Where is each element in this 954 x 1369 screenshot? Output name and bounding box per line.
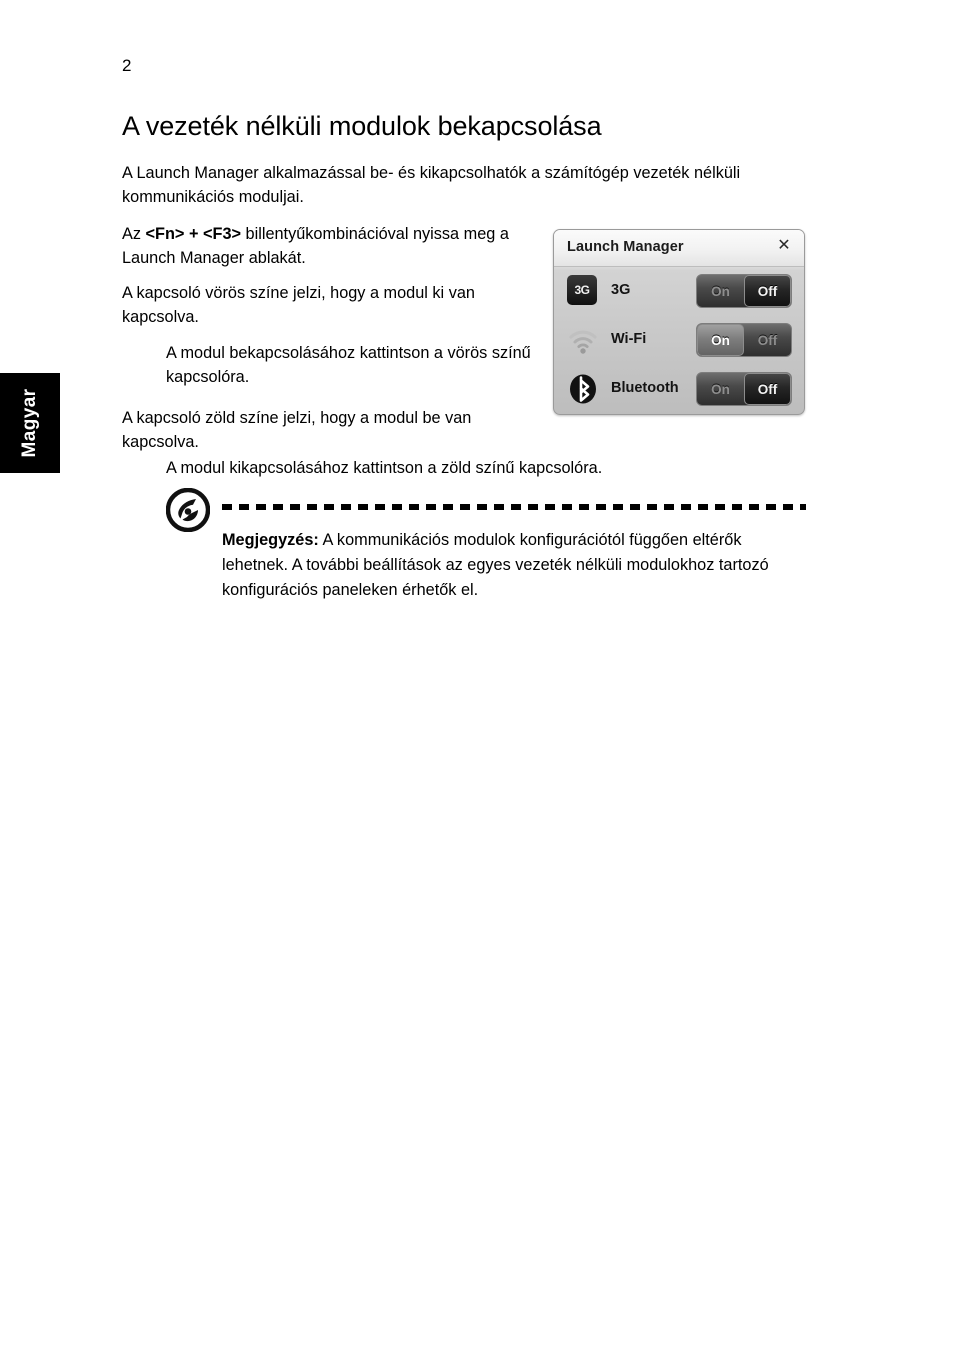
toggle-3g-off[interactable]: Off bbox=[744, 275, 791, 307]
module-label-wifi: Wi-Fi bbox=[611, 331, 647, 347]
launch-manager-titlebar: Launch Manager ✕ bbox=[554, 230, 804, 267]
cellular-3g-icon: 3G bbox=[567, 275, 599, 307]
shortcut-keys: <Fn> + <F3> bbox=[145, 225, 242, 243]
note-text: Megjegyzés: A kommunikációs modulok konf… bbox=[222, 528, 782, 603]
paragraph-red-switch: A kapcsoló vörös színe jelzi, hogy a mod… bbox=[122, 284, 475, 326]
wifi-icon bbox=[567, 324, 599, 356]
launch-manager-rows: 3G 3G On Off Wi-Fi On Off Bluetooth On O… bbox=[554, 268, 804, 414]
paragraph-turn-off-instruction: A modul kikapcsolásához kattintson a zöl… bbox=[166, 459, 603, 477]
module-label-3g: 3G bbox=[611, 282, 631, 298]
language-tab: Magyar bbox=[0, 373, 60, 473]
language-tab-label: Magyar bbox=[19, 388, 40, 458]
cellular-3g-icon-glyph: 3G bbox=[567, 275, 597, 305]
acer-logo-icon bbox=[165, 487, 211, 533]
toggle-3g[interactable]: On Off bbox=[696, 274, 792, 308]
note-divider bbox=[222, 504, 806, 510]
bluetooth-icon bbox=[567, 373, 599, 405]
toggle-3g-on[interactable]: On bbox=[697, 275, 744, 307]
module-row-wifi: Wi-Fi On Off bbox=[554, 317, 804, 366]
module-row-3g: 3G 3G On Off bbox=[554, 268, 804, 317]
page-number: 2 bbox=[122, 56, 132, 75]
toggle-wifi-off[interactable]: Off bbox=[744, 324, 791, 356]
paragraph-shortcut: Az <Fn> + <F3> billentyűkombinációval ny… bbox=[122, 222, 552, 270]
page-title: A vezeték nélküli modulok bekapcsolása bbox=[122, 111, 602, 141]
paragraph-intro: A Launch Manager alkalmazással be- és ki… bbox=[122, 164, 741, 206]
paragraph-green-switch: A kapcsoló zöld színe jelzi, hogy a modu… bbox=[122, 409, 472, 451]
toggle-bluetooth[interactable]: On Off bbox=[696, 372, 792, 406]
toggle-bluetooth-off[interactable]: Off bbox=[744, 373, 791, 405]
module-label-bluetooth: Bluetooth bbox=[611, 380, 679, 396]
module-row-bluetooth: Bluetooth On Off bbox=[554, 366, 804, 414]
shortcut-prefix: Az bbox=[122, 225, 146, 243]
note-label: Megjegyzés: bbox=[222, 531, 319, 549]
launch-manager-title: Launch Manager bbox=[567, 239, 684, 255]
toggle-bluetooth-on[interactable]: On bbox=[697, 373, 744, 405]
toggle-wifi[interactable]: On Off bbox=[696, 323, 792, 357]
paragraph-turn-on-instruction: A modul bekapcsolásához kattintson a vör… bbox=[166, 344, 531, 386]
launch-manager-window: Launch Manager ✕ 3G 3G On Off Wi-Fi On O… bbox=[553, 229, 805, 415]
toggle-wifi-on[interactable]: On bbox=[697, 324, 744, 356]
close-icon[interactable]: ✕ bbox=[776, 238, 792, 254]
